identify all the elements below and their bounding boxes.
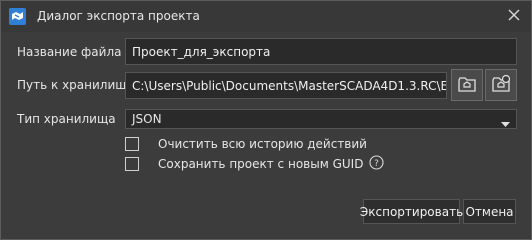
masterscada-app-icon xyxy=(9,8,26,25)
close-button[interactable] xyxy=(503,5,525,27)
new-guid-label: Сохранить проект с новым GUID xyxy=(158,157,364,171)
window-title: Диалог экспорта проекта xyxy=(37,9,200,23)
export-button[interactable]: Экспортировать xyxy=(360,199,463,224)
storage-type-select[interactable]: JSON xyxy=(125,109,517,129)
storage-path-label: Путь к хранилищу xyxy=(17,78,134,92)
svg-text:?: ? xyxy=(375,159,380,169)
clear-history-label: Очистить всю историю действий xyxy=(158,137,367,151)
clear-history-checkbox[interactable] xyxy=(125,137,139,151)
folder-open-icon xyxy=(491,74,511,97)
new-guid-option: Сохранить проект с новым GUID ? xyxy=(125,155,384,173)
storage-path-input[interactable]: C:\Users\Public\Documents\MasterSCADA4D1… xyxy=(125,72,447,99)
storage-type-value: JSON xyxy=(132,112,162,126)
new-guid-checkbox[interactable] xyxy=(125,157,139,171)
clear-history-option: Очистить всю историю действий xyxy=(125,137,367,151)
help-icon[interactable]: ? xyxy=(369,155,384,173)
cancel-button[interactable]: Отмена xyxy=(463,199,516,224)
close-icon xyxy=(507,8,521,25)
title-bar: Диалог экспорта проекта xyxy=(1,1,531,32)
open-folder-button[interactable] xyxy=(485,69,517,101)
browse-folder-button[interactable] xyxy=(451,69,483,101)
export-dialog: Диалог экспорта проекта Название файла П… xyxy=(0,0,532,240)
storage-type-label: Тип хранилища xyxy=(17,112,116,126)
file-name-label: Название файла xyxy=(17,45,122,59)
chevron-down-icon xyxy=(501,117,510,131)
folder-browse-icon xyxy=(457,74,477,97)
file-name-input[interactable]: Проект_для_экспорта xyxy=(125,38,517,65)
